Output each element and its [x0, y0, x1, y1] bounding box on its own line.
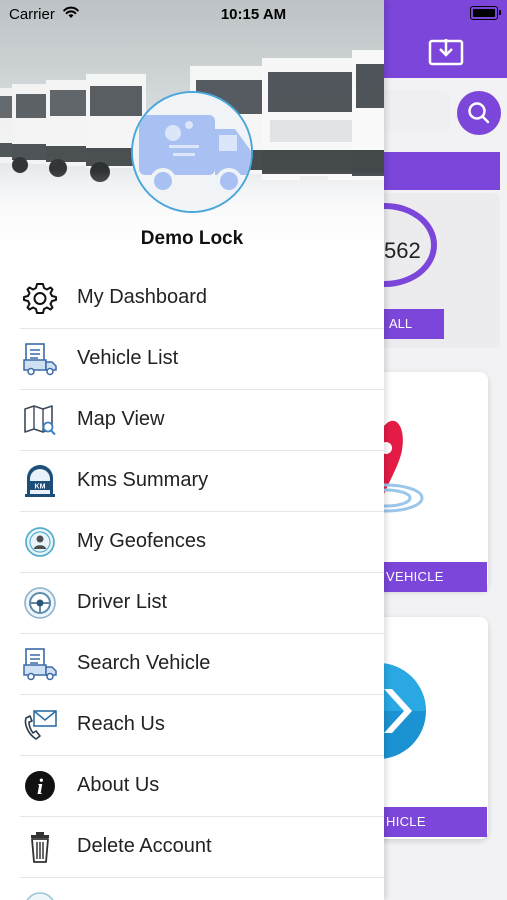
menu-item-reach-us[interactable]: Reach Us [20, 695, 384, 756]
geofence-icon [25, 527, 55, 557]
menu-label: Delete Account [77, 835, 212, 857]
menu-item-about-us[interactable]: i About Us [20, 756, 384, 817]
search-vehicle-card[interactable] [370, 617, 488, 839]
drawer-menu: My Dashboard Vehicle List Map View KM Km… [20, 268, 384, 900]
drawer-title: Demo Lock [140, 228, 244, 249]
menu-item-delete-account[interactable]: Delete Account [20, 817, 384, 878]
steering-wheel-icon [24, 587, 56, 619]
all-button[interactable]: ALL [384, 309, 444, 339]
menu-label: Kms Summary [77, 469, 209, 491]
menu-item-map-view[interactable]: Map View [20, 390, 384, 451]
phone-mail-icon [24, 710, 57, 740]
trash-icon [31, 832, 49, 863]
gear-icon [23, 283, 57, 314]
menu-item-partial[interactable] [20, 878, 384, 900]
menu-item-my-dashboard[interactable]: My Dashboard [20, 268, 384, 329]
section-banner [384, 152, 500, 190]
truck-avatar-icon [133, 93, 251, 211]
vehicle-button[interactable]: VEHICLE [384, 562, 487, 592]
search-icon [468, 102, 490, 124]
avatar[interactable] [131, 91, 253, 213]
search-button[interactable] [457, 91, 501, 135]
menu-label: Vehicle List [77, 347, 179, 369]
info-icon: i [25, 771, 55, 801]
menu-item-vehicle-list[interactable]: Vehicle List [20, 329, 384, 390]
menu-item-driver-list[interactable]: Driver List [20, 573, 384, 634]
km-meter-icon: KM [25, 465, 55, 497]
svg-text:i: i [37, 774, 44, 799]
truck-document-icon [23, 343, 57, 376]
menu-label: About Us [77, 774, 160, 796]
vehicle-count: 562 [384, 238, 421, 263]
download-icon[interactable] [428, 38, 464, 66]
menu-label: Reach Us [77, 713, 165, 735]
status-bar: Carrier 10:15 AM [0, 0, 507, 30]
drawer-header: Demo Lock [0, 0, 384, 266]
track-vehicle-card[interactable] [370, 372, 488, 590]
vehicle-button-2[interactable]: HICLE [384, 807, 487, 837]
menu-label: Driver List [77, 591, 168, 613]
svg-text:KM: KM [35, 484, 46, 491]
menu-label: Map View [77, 408, 165, 430]
menu-label: Search Vehicle [77, 652, 211, 674]
menu-item-kms-summary[interactable]: KM Kms Summary [20, 451, 384, 512]
search-input[interactable] [384, 90, 450, 132]
truck-document-icon [23, 648, 57, 681]
navigation-drawer: Demo Lock My Dashboard Vehicle List Map … [0, 0, 384, 900]
partial-circle-icon [26, 892, 54, 900]
map-icon [24, 405, 56, 436]
menu-item-my-geofences[interactable]: My Geofences [20, 512, 384, 573]
menu-label: My Geofences [77, 530, 206, 552]
menu-label: My Dashboard [77, 286, 208, 308]
status-time: 10:15 AM [220, 6, 287, 23]
battery-icon [470, 6, 501, 20]
menu-item-search-vehicle[interactable]: Search Vehicle [20, 634, 384, 695]
